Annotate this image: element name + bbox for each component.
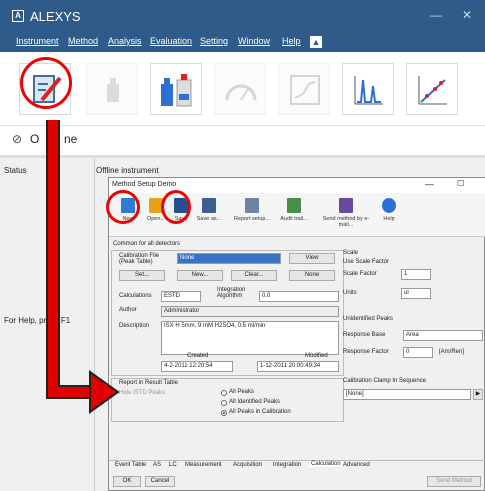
guide-arrow-icon xyxy=(46,120,120,414)
